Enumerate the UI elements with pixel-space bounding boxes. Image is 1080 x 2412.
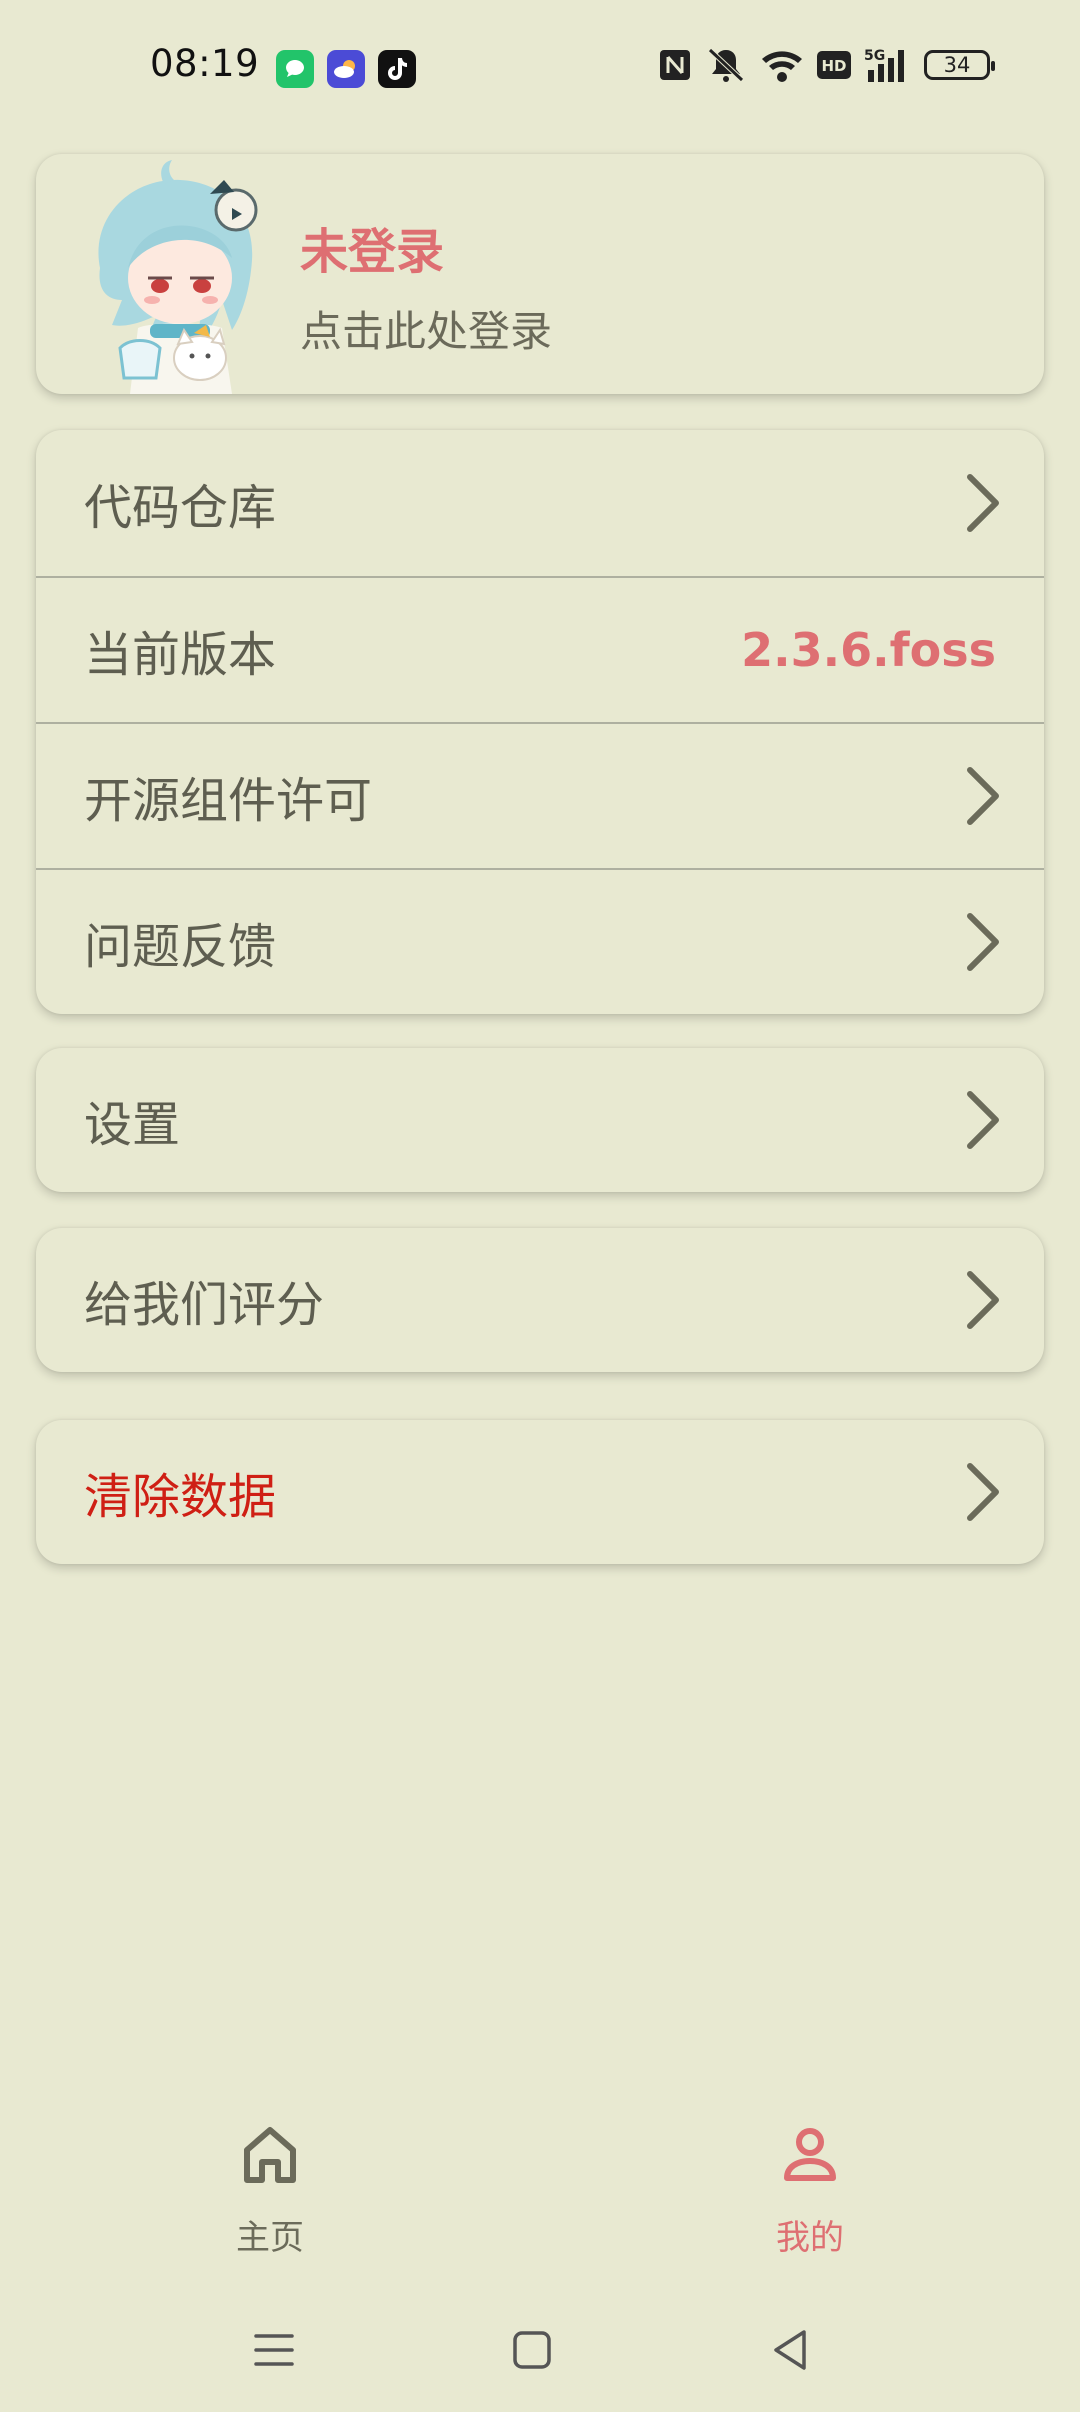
- messages-app-icon: [276, 50, 314, 88]
- home-square-icon[interactable]: [502, 2320, 562, 2380]
- chevron-right-icon: [967, 1091, 999, 1149]
- chevron-right-icon: [967, 1463, 999, 1521]
- menu-item-code-repo[interactable]: 代码仓库: [36, 430, 1044, 576]
- chevron-right-icon: [967, 767, 999, 825]
- svg-text:HD: HD: [821, 57, 846, 75]
- nfc-icon: [660, 50, 690, 80]
- menu-item-label: 给我们评分: [84, 1277, 325, 1333]
- menu-item-rate-us[interactable]: 给我们评分: [36, 1228, 1044, 1372]
- menu-item-label: 当前版本: [84, 627, 277, 683]
- profile-login-hint[interactable]: 点击此处登录: [300, 298, 552, 359]
- rate-card: 给我们评分: [36, 1228, 1044, 1372]
- version-value: 2.3.6.foss: [741, 623, 996, 677]
- menu-item-label: 开源组件许可: [84, 773, 373, 829]
- avatar: [98, 160, 258, 394]
- system-navigation-bar: [0, 2300, 1080, 2412]
- status-time: 08:19: [150, 42, 260, 85]
- chevron-right-icon: [967, 913, 999, 971]
- weather-app-icon: [327, 50, 365, 88]
- signal-5g-icon: 5G: [864, 48, 904, 82]
- wifi-icon: [762, 51, 802, 82]
- menu-item-open-source-licenses[interactable]: 开源组件许可: [36, 722, 1044, 868]
- person-icon: [784, 2128, 836, 2181]
- nav-tab-home-label: 主页: [236, 2218, 304, 2258]
- profile-name: 未登录: [300, 224, 445, 280]
- menu-item-label: 设置: [84, 1097, 181, 1153]
- menu-item-settings[interactable]: 设置: [36, 1048, 1044, 1192]
- status-bar: 08:19 HD 5G 34: [0, 0, 1080, 140]
- battery-indicator: 34: [924, 50, 995, 80]
- menu-item-current-version: 当前版本 2.3.6.foss: [36, 576, 1044, 722]
- menu-item-label: 问题反馈: [84, 919, 277, 975]
- hd-icon: HD: [817, 51, 851, 79]
- menu-item-label: 代码仓库: [84, 480, 277, 536]
- nav-tab-home[interactable]: 主页: [120, 2100, 420, 2290]
- mute-icon: [708, 48, 744, 82]
- chevron-right-icon: [967, 1271, 999, 1329]
- nav-tab-mine-label: 我的: [776, 2218, 844, 2258]
- settings-card: 设置: [36, 1048, 1044, 1192]
- about-menu-group: 代码仓库 当前版本 2.3.6.foss 开源组件许可 问题反馈: [36, 430, 1044, 1014]
- clear-data-card: 清除数据: [36, 1420, 1044, 1564]
- menu-item-clear-data[interactable]: 清除数据: [36, 1420, 1044, 1564]
- status-icons: HD 5G 34: [658, 46, 995, 84]
- chevron-right-icon: [967, 474, 999, 532]
- bottom-navigation: 主页 我的: [0, 2100, 1080, 2290]
- menu-item-label: 清除数据: [84, 1469, 277, 1525]
- battery-level: 34: [943, 53, 971, 77]
- menu-icon[interactable]: [244, 2320, 304, 2380]
- svg-text:5G: 5G: [864, 48, 885, 64]
- nav-tab-mine[interactable]: 我的: [660, 2100, 960, 2290]
- back-icon[interactable]: [760, 2320, 820, 2380]
- tiktok-app-icon: [378, 50, 416, 88]
- menu-item-feedback[interactable]: 问题反馈: [36, 868, 1044, 1014]
- home-icon: [244, 2127, 296, 2183]
